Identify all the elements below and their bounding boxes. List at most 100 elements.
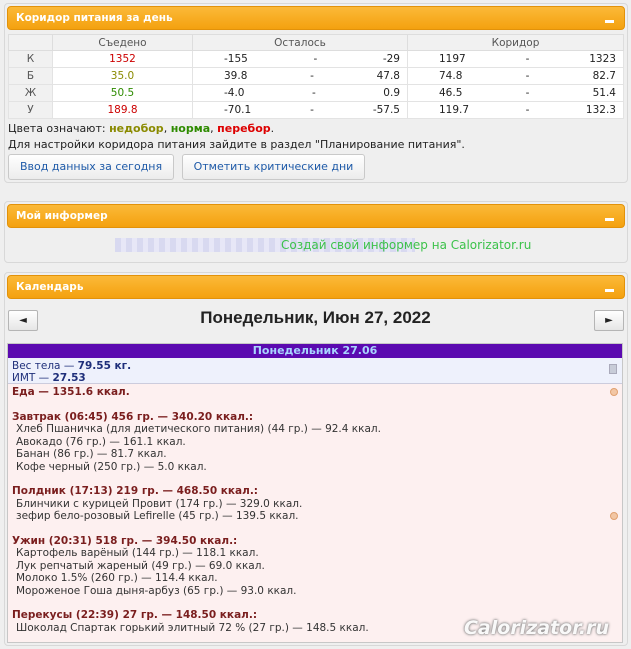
food-icon[interactable] bbox=[610, 388, 618, 396]
mark-critical-days-button[interactable]: Отметить критические дни bbox=[181, 154, 366, 180]
header-remaining: Осталось bbox=[192, 34, 408, 51]
bmi-label: ИМТ — bbox=[12, 372, 53, 384]
weight-section[interactable]: Вес тела — 79.55 кг. ИМТ — 27.53 bbox=[8, 358, 622, 384]
enter-today-data-button[interactable]: Ввод данных за сегодня bbox=[8, 154, 175, 180]
corridor-hint: Для настройки коридора питания зайдите в… bbox=[8, 138, 465, 151]
eaten-value: 1352 bbox=[52, 50, 193, 68]
day-entry: Понедельник 27.06 Вес тела — 79.55 кг. И… bbox=[7, 343, 623, 643]
remaining-range: -155 - -29 bbox=[192, 50, 408, 68]
corridor-row: Б 35.0 39.8 - 47.8 74.8 - 82.7 bbox=[8, 67, 624, 85]
meal-header: Полдник (17:13) 219 гр. — 468.50 ккал.: bbox=[12, 485, 259, 497]
collapse-icon[interactable] bbox=[605, 289, 614, 292]
corridor-range: 46.5 - 51.4 bbox=[407, 84, 624, 102]
legend-norm: норма bbox=[170, 122, 211, 135]
legend-end: . bbox=[270, 122, 275, 135]
informer-panel-title: Мой информер bbox=[16, 210, 108, 222]
corridor-to: 82.7 bbox=[592, 70, 616, 82]
corridor-range: 74.8 - 82.7 bbox=[407, 67, 624, 85]
legend-prefix: Цвета означают: bbox=[8, 122, 110, 135]
calendar-date: Понедельник, Июн 27, 2022 bbox=[200, 308, 431, 327]
header-corridor: Коридор bbox=[407, 34, 624, 51]
remaining-to: 0.9 bbox=[383, 87, 400, 99]
row-label: Ж bbox=[8, 84, 53, 102]
informer-panel-header: Мой информер bbox=[7, 204, 625, 228]
row-label: У bbox=[8, 101, 53, 119]
next-day-button[interactable]: ► bbox=[594, 310, 624, 331]
food-total: Еда — 1351.6 ккал. bbox=[12, 386, 130, 398]
corridor-from: 1197 bbox=[439, 53, 466, 65]
range-sep: - bbox=[525, 53, 530, 65]
range-sep: - bbox=[525, 104, 530, 116]
corridor-panel-header: Коридор питания за день bbox=[7, 6, 625, 30]
corridor-to: 132.3 bbox=[585, 104, 616, 116]
range-sep: - bbox=[525, 87, 530, 99]
range-sep: - bbox=[313, 53, 318, 65]
row-label: К bbox=[8, 50, 53, 68]
food-section[interactable]: Еда — 1351.6 ккал. Завтрак (06:45) 456 г… bbox=[8, 384, 622, 636]
corridor-from: 74.8 bbox=[439, 70, 463, 82]
eaten-value: 50.5 bbox=[52, 84, 193, 102]
meal-item: Авокадо (76 гр.) — 161.1 ккал. bbox=[16, 435, 186, 448]
meal-item: Лук репчатый жареный (49 гр.) — 69.0 кка… bbox=[16, 559, 265, 572]
corridor-range: 1197 - 1323 bbox=[407, 50, 624, 68]
range-sep: - bbox=[310, 70, 314, 82]
remaining-to: -57.5 bbox=[372, 104, 400, 116]
day-title[interactable]: Понедельник 27.06 bbox=[8, 344, 622, 358]
row-label: Б bbox=[8, 67, 53, 85]
eaten-value: 35.0 bbox=[52, 67, 193, 85]
meal-item: Блинчики с курицей Провит (174 гр.) — 32… bbox=[16, 497, 303, 510]
remaining-range: -4.0 - 0.9 bbox=[192, 84, 408, 102]
create-informer-link[interactable]: Создай свой информер на Calorizator.ru bbox=[281, 238, 531, 252]
weight-label: Вес тела — bbox=[12, 360, 78, 372]
collapse-icon[interactable] bbox=[605, 20, 614, 23]
remaining-range: -70.1 - -57.5 bbox=[192, 101, 408, 119]
corridor-to: 1323 bbox=[589, 53, 616, 65]
food-icon[interactable] bbox=[610, 512, 618, 520]
corridor-range: 119.7 - 132.3 bbox=[407, 101, 624, 119]
calendar-panel-header: Календарь bbox=[7, 275, 625, 299]
meal-item: Картофель варёный (144 гр.) — 118.1 ккал… bbox=[16, 547, 259, 559]
informer-body: Создай свой информер на Calorizator.ru bbox=[5, 230, 627, 260]
corridor-to: 51.4 bbox=[592, 87, 616, 99]
meal-item: зефир бело-розовый Lefirelle (45 гр.) — … bbox=[16, 510, 299, 522]
corridor-row: У 189.8 -70.1 - -57.5 119.7 - 132.3 bbox=[8, 101, 624, 119]
range-sep: - bbox=[312, 87, 316, 99]
weight-line: Вес тела — 79.55 кг. bbox=[12, 360, 618, 372]
remaining-from: -4.0 bbox=[224, 87, 245, 99]
meal-item: Хлеб Пшаничка (для диетического питания)… bbox=[16, 423, 381, 435]
corridor-from: 46.5 bbox=[439, 87, 463, 99]
remaining-range: 39.8 - 47.8 bbox=[192, 67, 408, 85]
delete-weight-icon[interactable] bbox=[609, 364, 617, 374]
corridor-panel: Коридор питания за день Съедено Осталось… bbox=[4, 3, 628, 183]
remaining-to: 47.8 bbox=[376, 70, 400, 82]
corridor-table: Съедено Осталось Коридор К 1352 -155 - -29 11… bbox=[8, 34, 624, 119]
remaining-from: -155 bbox=[224, 53, 248, 65]
range-sep: - bbox=[310, 104, 314, 116]
collapse-icon[interactable] bbox=[605, 218, 614, 221]
meal-item: Банан (86 гр.) — 81.7 ккал. bbox=[16, 448, 167, 460]
corridor-from: 119.7 bbox=[439, 104, 470, 116]
meal-item: Молоко 1.5% (260 гр.) — 114.4 ккал. bbox=[16, 572, 218, 584]
remaining-to: -29 bbox=[382, 53, 400, 65]
watermark-logo: Calorizator.ru bbox=[463, 617, 609, 639]
range-sep: - bbox=[525, 70, 530, 82]
informer-panel: Мой информер Создай свой информер на Cal… bbox=[4, 201, 628, 263]
weight-value: 79.55 кг. bbox=[77, 360, 132, 372]
calendar-panel-title: Календарь bbox=[16, 281, 84, 293]
corridor-row: Ж 50.5 -4.0 - 0.9 46.5 - 51.4 bbox=[8, 84, 624, 102]
remaining-from: 39.8 bbox=[224, 70, 248, 82]
meal-header: Ужин (20:31) 518 гр. — 394.50 ккал.: bbox=[12, 534, 238, 547]
corridor-row: К 1352 -155 - -29 1197 - 1323 bbox=[8, 50, 624, 68]
legend-over: перебор bbox=[217, 122, 271, 135]
legend-under: недобор bbox=[109, 122, 164, 135]
bmi-value: 27.53 bbox=[52, 372, 86, 384]
meal-item: Кофе черный (250 гр.) — 5.0 ккал. bbox=[16, 460, 207, 473]
header-eaten: Съедено bbox=[52, 34, 193, 51]
bmi-line: ИМТ — 27.53 bbox=[12, 372, 618, 384]
remaining-from: -70.1 bbox=[224, 104, 252, 116]
corner-header bbox=[8, 34, 53, 51]
meals-list: Завтрак (06:45) 456 гр. — 340.20 ккал.: Х… bbox=[12, 411, 618, 635]
eaten-value: 189.8 bbox=[52, 101, 193, 119]
meal-item: Мороженое Гоша дыня-арбуз (65 гр.) — 93.… bbox=[16, 584, 297, 597]
meal-header: Завтрак (06:45) 456 гр. — 340.20 ккал.: bbox=[12, 410, 254, 423]
